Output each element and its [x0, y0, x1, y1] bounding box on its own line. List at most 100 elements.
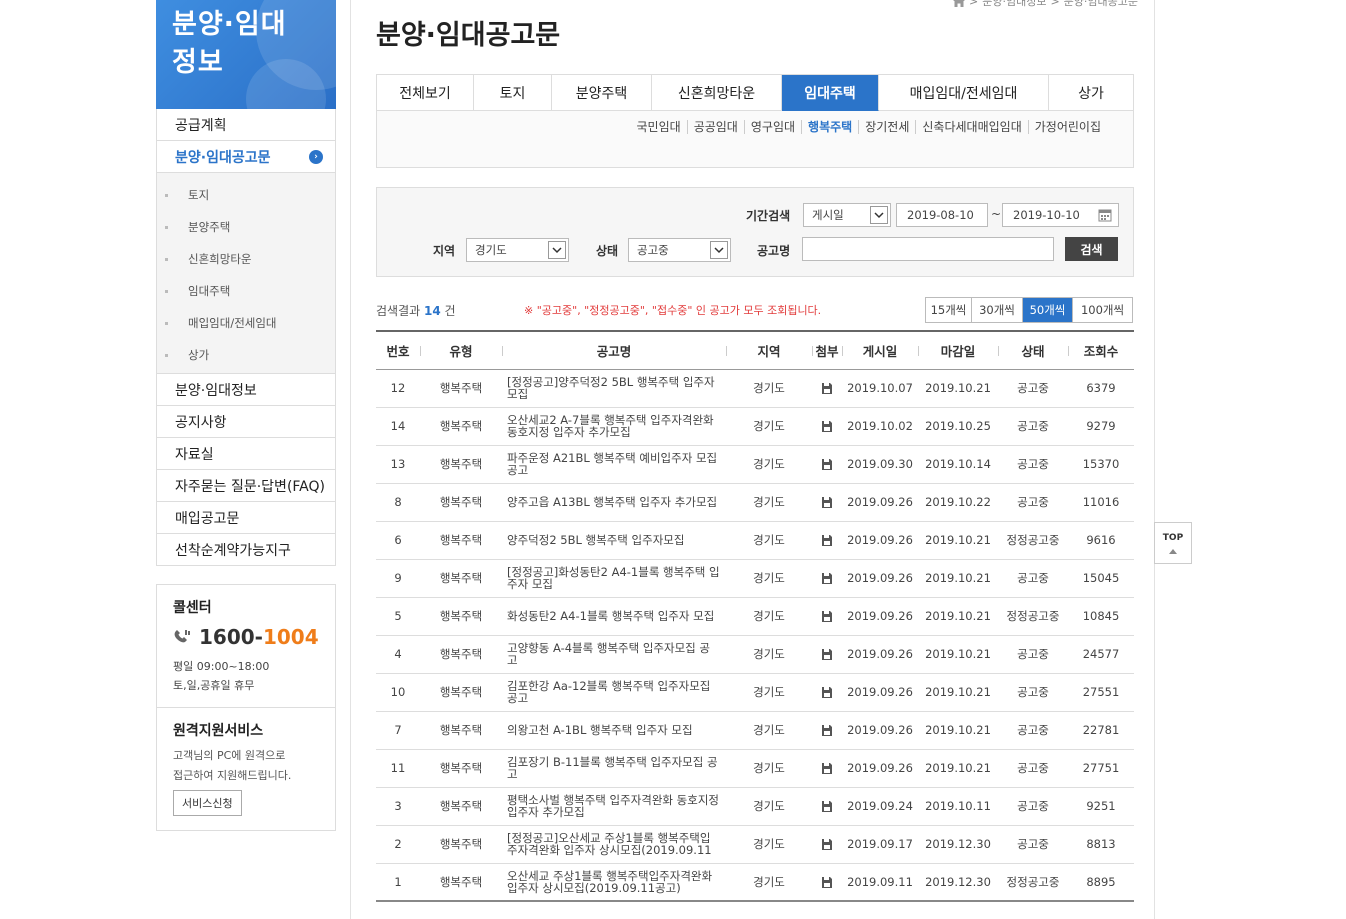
sidebar-subitem-shops[interactable]: 상가 [157, 339, 335, 371]
table-row[interactable]: 14 행복주택 오산세교2 A-7블록 행복주택 입주자격완화 동호지정 입주자 추… [376, 407, 1134, 446]
table-row[interactable]: 3 행복주택 평택소사벌 행복주택 입주자격완화 동호지정 입주자 추가모집 경기도 2… [376, 787, 1134, 826]
row-attachment[interactable] [812, 863, 842, 902]
page-size-option[interactable]: 50개씩 [1023, 298, 1073, 322]
sidebar-item-faq[interactable]: 자주묻는 질문·답변(FAQ) [157, 470, 335, 502]
subtab-item[interactable]: 공공임대 [688, 120, 745, 134]
subtab-item[interactable]: 영구임대 [745, 120, 803, 134]
attachment-icon[interactable] [821, 724, 833, 737]
table-row[interactable]: 10 행복주택 김포한강 Aa-12블록 행복주택 입주자모집 공고 경기도 2019.… [376, 673, 1134, 712]
subtab-item[interactable]: 장기전세 [859, 120, 917, 134]
row-title[interactable]: 파주운정 A21BL 행복주택 예비입주자 모집 공고 [502, 445, 726, 484]
table-row[interactable]: 8 행복주택 양주고읍 A13BL 행복주택 입주자 추가모집 경기도 2019.09.… [376, 483, 1134, 522]
row-attachment[interactable] [812, 635, 842, 674]
breadcrumb-item[interactable]: 분양·임대공고문 [1064, 0, 1138, 9]
row-title[interactable]: 양주고읍 A13BL 행복주택 입주자 추가모집 [502, 483, 726, 522]
breadcrumb-item[interactable]: 분양·임대정보 [982, 0, 1046, 9]
sidebar-subitem-land[interactable]: 토지 [157, 179, 335, 211]
scroll-top-button[interactable]: TOP [1154, 522, 1192, 564]
row-title-link[interactable]: [정정공고]양주덕정2 5BL 행복주택 입주자모집 [507, 376, 720, 400]
sidebar-item-purchase-notice[interactable]: 매입공고문 [157, 502, 335, 534]
row-title[interactable]: [정정공고]양주덕정2 5BL 행복주택 입주자모집 [502, 369, 726, 408]
attachment-icon[interactable] [821, 686, 833, 699]
row-attachment[interactable] [812, 483, 842, 522]
sidebar-item-archive[interactable]: 자료실 [157, 438, 335, 470]
row-attachment[interactable] [812, 749, 842, 788]
row-attachment[interactable] [812, 597, 842, 636]
row-title-link[interactable]: 오산세교 주상1블록 행복주택입주자격완화 입주자 상시모집(2019.09.1… [507, 870, 720, 894]
sidebar-item-announcements[interactable]: 분양·임대공고문 › [157, 141, 335, 173]
table-row[interactable]: 12 행복주택 [정정공고]양주덕정2 5BL 행복주택 입주자모집 경기도 2019.… [376, 369, 1134, 408]
page-size-option[interactable]: 30개씩 [972, 298, 1023, 322]
row-title-link[interactable]: [정정공고]화성동탄2 A4-1블록 행복주택 입주자 모집 [507, 566, 720, 590]
sidebar-subitem-newlywed-town[interactable]: 신혼희망타운 [157, 243, 335, 275]
row-title[interactable]: 김포한강 Aa-12블록 행복주택 입주자모집 공고 [502, 673, 726, 712]
page-size-option[interactable]: 15개씩 [926, 298, 972, 322]
row-title-link[interactable]: 파주운정 A21BL 행복주택 예비입주자 모집 공고 [507, 452, 720, 476]
sidebar-subitem-sale-housing[interactable]: 분양주택 [157, 211, 335, 243]
row-attachment[interactable] [812, 369, 842, 408]
row-title[interactable]: 양주덕정2 5BL 행복주택 입주자모집 [502, 521, 726, 560]
sidebar-subitem-purchase-rental[interactable]: 매입임대/전세임대 [157, 307, 335, 339]
row-title-link[interactable]: 오산세교2 A-7블록 행복주택 입주자격완화 동호지정 입주자 추가모집 [507, 414, 720, 438]
sidebar-item-info[interactable]: 분양·임대정보 [157, 374, 335, 406]
service-request-button[interactable]: 서비스신청 [173, 790, 242, 816]
subtab-item[interactable]: 가정어린이집 [1029, 120, 1107, 134]
table-row[interactable]: 1 행복주택 오산세교 주상1블록 행복주택입주자격완화 입주자 상시모집(2019… [376, 863, 1134, 902]
subtab-item[interactable]: 국민임대 [631, 120, 688, 134]
table-row[interactable]: 11 행복주택 김포장기 B-11블록 행복주택 입주자모집 공고 경기도 2019.0… [376, 749, 1134, 788]
home-icon[interactable] [953, 0, 965, 7]
calendar-icon[interactable] [1098, 208, 1112, 222]
row-title-link[interactable]: 양주덕정2 5BL 행복주택 입주자모집 [507, 534, 720, 546]
table-row[interactable]: 13 행복주택 파주운정 A21BL 행복주택 예비입주자 모집 공고 경기도 2019… [376, 445, 1134, 484]
row-title-link[interactable]: 평택소사벌 행복주택 입주자격완화 동호지정 입주자 추가모집 [507, 794, 720, 818]
date-from-input[interactable]: 2019-08-10 [896, 203, 988, 227]
tab-item[interactable]: 상가 [1049, 75, 1133, 111]
attachment-icon[interactable] [821, 648, 833, 661]
row-attachment[interactable] [812, 445, 842, 484]
row-title[interactable]: 평택소사벌 행복주택 입주자격완화 동호지정 입주자 추가모집 [502, 787, 726, 826]
subtab-item[interactable]: 신축다세대매입임대 [916, 120, 1029, 134]
sidebar-subitem-rental-housing[interactable]: 임대주택 [157, 275, 335, 307]
row-title-link[interactable]: [정정공고]오산세교 주상1블록 행복주택입주자격완화 입주자 상시모집(201… [507, 832, 720, 856]
sidebar-item-notice[interactable]: 공지사항 [157, 406, 335, 438]
attachment-icon[interactable] [821, 420, 833, 433]
table-row[interactable]: 9 행복주택 [정정공고]화성동탄2 A4-1블록 행복주택 입주자 모집 경기도 20… [376, 559, 1134, 598]
tab-item[interactable]: 임대주택 [782, 75, 879, 111]
attachment-icon[interactable] [821, 458, 833, 471]
tab-item[interactable]: 토지 [474, 75, 552, 111]
attachment-icon[interactable] [821, 610, 833, 623]
sidebar-item-first-come[interactable]: 선착순계약가능지구 [157, 534, 335, 566]
attachment-icon[interactable] [821, 838, 833, 851]
attachment-icon[interactable] [821, 534, 833, 547]
row-attachment[interactable] [812, 559, 842, 598]
row-title[interactable]: 고양향동 A-4블록 행복주택 입주자모집 공고 [502, 635, 726, 674]
row-title-link[interactable]: 의왕고천 A-1BL 행복주택 입주자 모집 [507, 724, 720, 736]
row-title[interactable]: 화성동탄2 A4-1블록 행복주택 입주자 모집 [502, 597, 726, 636]
tab-item[interactable]: 매입임대/전세임대 [879, 75, 1049, 111]
date-to-input[interactable]: 2019-10-10 [1002, 203, 1119, 227]
row-attachment[interactable] [812, 787, 842, 826]
row-attachment[interactable] [812, 673, 842, 712]
row-title-link[interactable]: 김포한강 Aa-12블록 행복주택 입주자모집 공고 [507, 680, 720, 704]
status-select[interactable]: 공고중 [628, 238, 731, 262]
table-row[interactable]: 6 행복주택 양주덕정2 5BL 행복주택 입주자모집 경기도 2019.09.26 20… [376, 521, 1134, 560]
row-attachment[interactable] [812, 407, 842, 446]
row-title-link[interactable]: 화성동탄2 A4-1블록 행복주택 입주자 모집 [507, 610, 720, 622]
row-title[interactable]: 오산세교 주상1블록 행복주택입주자격완화 입주자 상시모집(2019.09.1… [502, 863, 726, 902]
table-row[interactable]: 4 행복주택 고양향동 A-4블록 행복주택 입주자모집 공고 경기도 2019.09.… [376, 635, 1134, 674]
row-attachment[interactable] [812, 711, 842, 750]
row-title-link[interactable]: 김포장기 B-11블록 행복주택 입주자모집 공고 [507, 756, 720, 780]
tab-item[interactable]: 분양주택 [552, 75, 652, 111]
row-title[interactable]: [정정공고]화성동탄2 A4-1블록 행복주택 입주자 모집 [502, 559, 726, 598]
region-select[interactable]: 경기도 [466, 238, 569, 262]
tab-item[interactable]: 신혼희망타운 [652, 75, 782, 111]
attachment-icon[interactable] [821, 800, 833, 813]
subtab-item[interactable]: 행복주택 [802, 120, 860, 134]
attachment-icon[interactable] [821, 382, 833, 395]
row-title-link[interactable]: 양주고읍 A13BL 행복주택 입주자 추가모집 [507, 496, 720, 508]
table-row[interactable]: 5 행복주택 화성동탄2 A4-1블록 행복주택 입주자 모집 경기도 2019.09.… [376, 597, 1134, 636]
title-search-input[interactable] [802, 237, 1054, 261]
search-button[interactable]: 검색 [1065, 237, 1118, 261]
table-row[interactable]: 7 행복주택 의왕고천 A-1BL 행복주택 입주자 모집 경기도 2019.09.26… [376, 711, 1134, 750]
row-title[interactable]: [정정공고]오산세교 주상1블록 행복주택입주자격완화 입주자 상시모집(201… [502, 825, 726, 864]
